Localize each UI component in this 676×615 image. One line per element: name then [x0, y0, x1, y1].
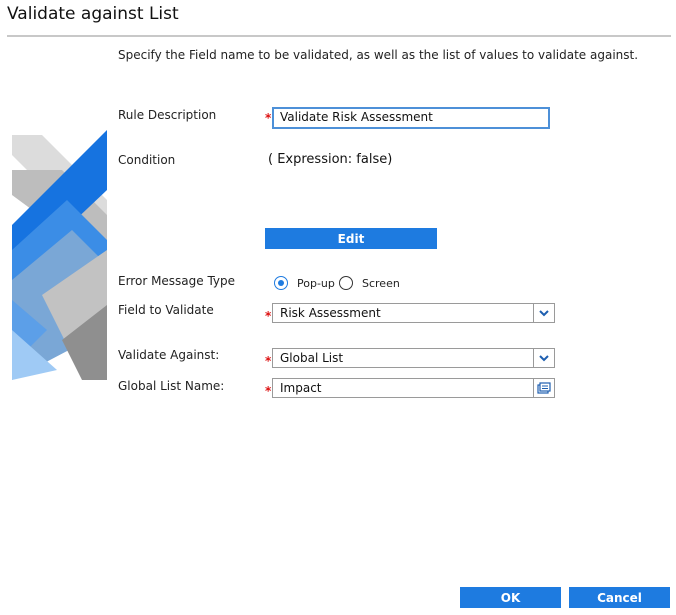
rule-description-input[interactable]: Validate Risk Assessment	[272, 107, 550, 129]
dialog-title: Validate against List	[7, 4, 179, 24]
instructions-text: Specify the Field name to be validated, …	[118, 48, 639, 62]
required-mark: *	[265, 309, 272, 323]
global-list-name-input[interactable]: Impact	[272, 378, 555, 398]
field-to-validate-value: Risk Assessment	[280, 306, 381, 320]
required-mark: *	[265, 384, 272, 398]
field-to-validate-select[interactable]: Risk Assessment	[272, 303, 555, 323]
validate-against-select[interactable]: Global List	[272, 348, 555, 368]
popup-radio[interactable]	[274, 276, 288, 290]
title-divider	[7, 35, 671, 37]
validate-against-value: Global List	[280, 351, 344, 365]
ok-button[interactable]: OK	[460, 587, 561, 608]
condition-expression: ( Expression: false)	[268, 152, 393, 167]
edit-button[interactable]: Edit	[265, 228, 437, 249]
validate-against-label: Validate Against:	[118, 348, 220, 362]
screen-radio-label: Screen	[362, 277, 400, 290]
chevron-down-icon[interactable]	[533, 349, 554, 367]
chevron-down-icon[interactable]	[533, 304, 554, 322]
global-list-name-value: Impact	[280, 381, 322, 395]
screen-radio[interactable]	[339, 276, 353, 290]
list-picker-icon[interactable]	[533, 379, 554, 397]
cancel-button[interactable]: Cancel	[569, 587, 670, 608]
required-mark: *	[265, 354, 272, 368]
error-message-type-label: Error Message Type	[118, 274, 236, 288]
popup-radio-label: Pop-up	[297, 277, 335, 290]
global-list-name-label: Global List Name:	[118, 379, 225, 393]
decorative-artwork	[12, 130, 107, 380]
condition-label: Condition	[118, 153, 176, 167]
required-mark: *	[265, 111, 272, 125]
rule-description-label: Rule Description	[118, 108, 217, 122]
field-to-validate-label: Field to Validate	[118, 303, 214, 317]
